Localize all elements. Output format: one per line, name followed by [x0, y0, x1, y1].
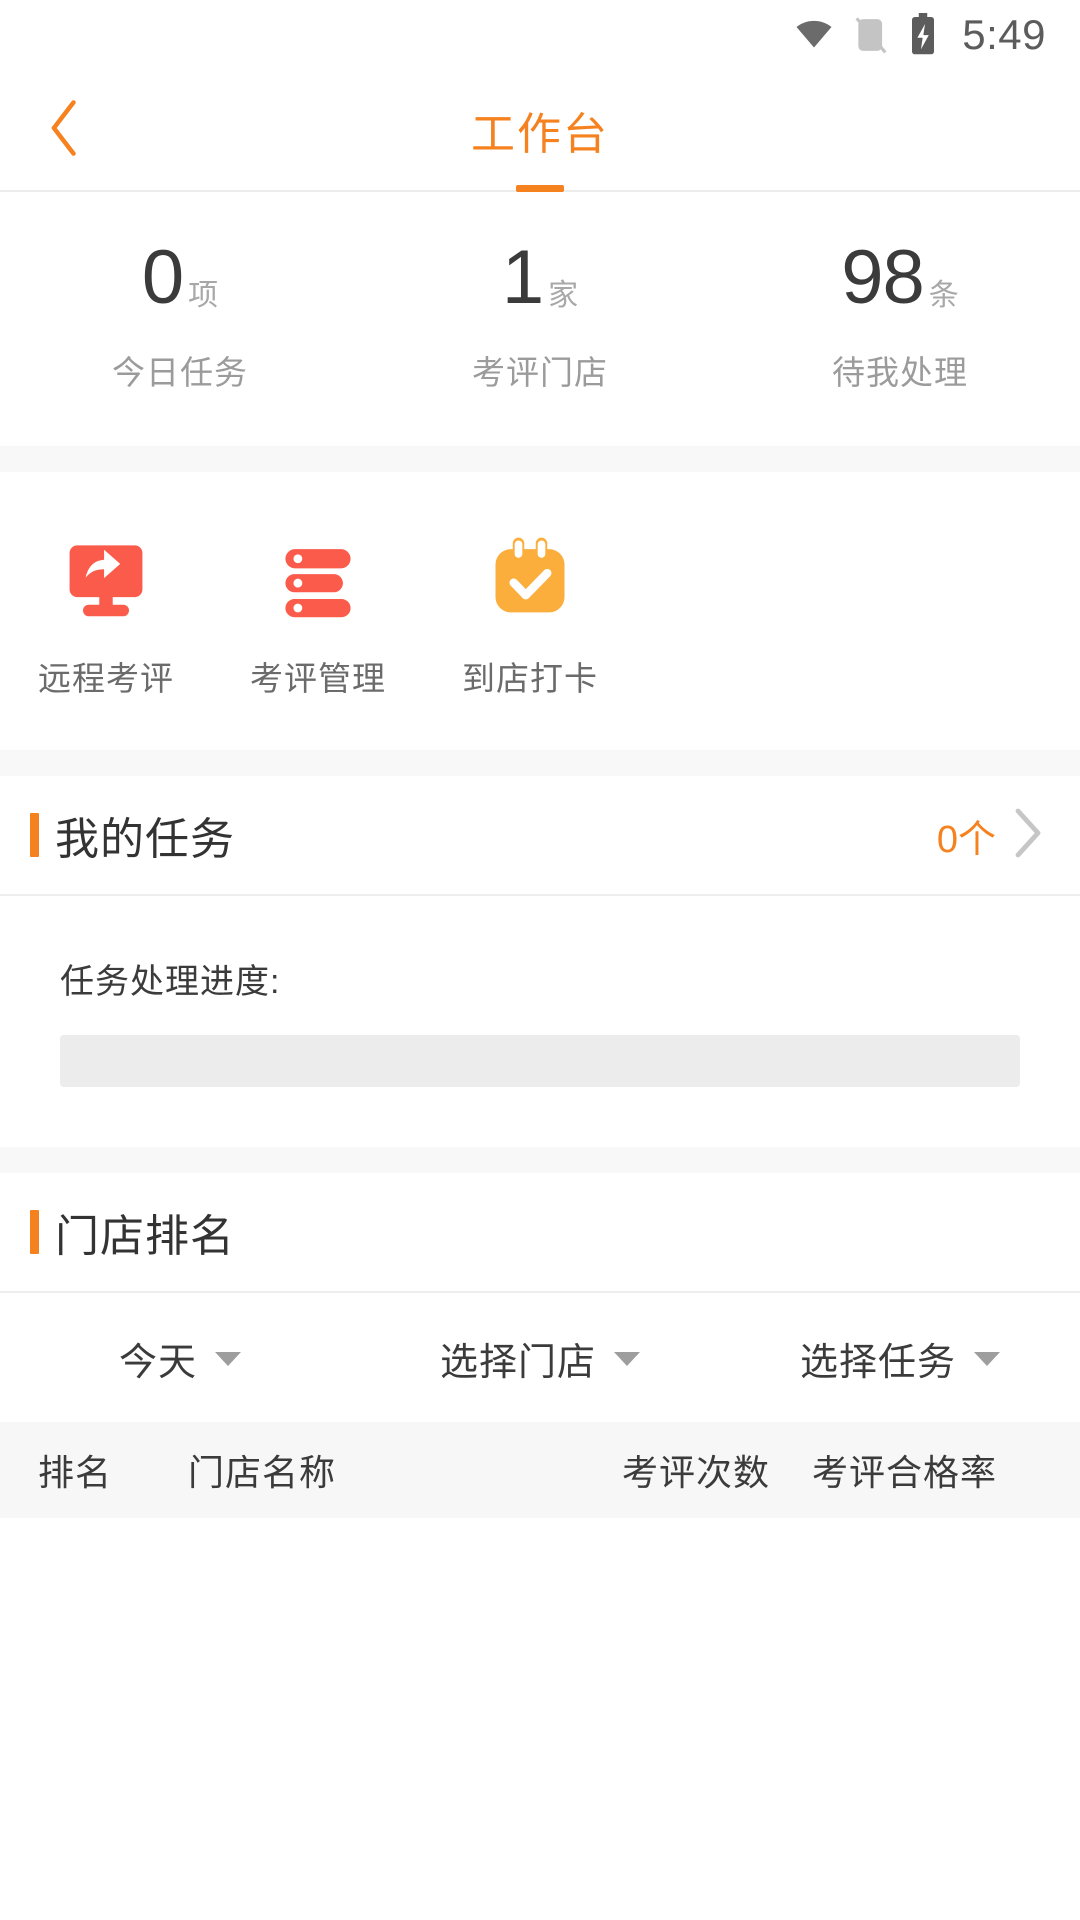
filter-task[interactable]: 选择任务: [720, 1331, 1080, 1386]
no-sim-icon: [852, 14, 890, 56]
column-header-assessment-count: 考评次数: [622, 1452, 771, 1493]
filter-date[interactable]: 今天: [0, 1331, 360, 1386]
stat-unit: 项: [188, 279, 219, 312]
my-tasks-link[interactable]: 0个: [937, 807, 1046, 864]
section-gap: [0, 446, 1080, 472]
column-header-rank: 排名: [38, 1452, 113, 1493]
stat-unit: 条: [928, 279, 959, 312]
chevron-right-icon: [1010, 807, 1046, 864]
list-bars-icon: [272, 530, 364, 622]
stat-assessment-stores[interactable]: 1 家 考评门店: [360, 240, 720, 394]
action-label: 远程考评: [38, 660, 174, 697]
stat-label: 今日任务: [112, 354, 248, 391]
section-title: 门店排名: [55, 1212, 235, 1261]
column-header-pass-rate: 考评合格率: [812, 1452, 998, 1493]
filter-label: 今天: [118, 1342, 197, 1384]
section-gap: [0, 1147, 1080, 1173]
quick-actions: 远程考评 考评管理 到店打卡: [0, 472, 1080, 750]
stat-label: 待我处理: [832, 354, 968, 391]
stat-label: 考评门店: [472, 354, 608, 391]
ranking-filters: 今天 选择门店 选择任务: [0, 1293, 1080, 1422]
navigation-bar: 工作台: [0, 70, 1080, 192]
stat-number: 0: [141, 235, 184, 320]
page-title: 工作台: [471, 110, 609, 159]
active-tab-indicator: [516, 185, 564, 192]
chevron-down-icon: [215, 1351, 241, 1366]
stat-number: 1: [501, 235, 544, 320]
section-gap: [0, 750, 1080, 776]
task-progress-bar: [60, 1035, 1020, 1087]
stat-unit: 家: [548, 279, 579, 312]
stat-value: 1 家: [502, 240, 578, 316]
section-accent-bar: [30, 1210, 39, 1254]
stat-today-tasks[interactable]: 0 项 今日任务: [0, 240, 360, 394]
chevron-down-icon: [974, 1351, 1000, 1366]
action-label: 考评管理: [250, 660, 386, 697]
action-assessment-management[interactable]: 考评管理: [212, 530, 424, 700]
stat-value: 98 条: [841, 240, 959, 316]
section-accent-bar: [30, 813, 39, 857]
filter-label: 选择门店: [439, 1342, 596, 1384]
stat-pending-items[interactable]: 98 条 待我处理: [720, 240, 1080, 394]
chevron-left-icon: [43, 99, 87, 162]
ranking-table-header: 排名 门店名称 考评次数 考评合格率: [0, 1422, 1080, 1518]
task-progress-block: 任务处理进度:: [0, 896, 1080, 1147]
status-bar-clock: 5:49: [962, 11, 1046, 58]
stat-number: 98: [841, 235, 925, 320]
my-tasks-count: 0个: [936, 818, 996, 861]
my-tasks-header[interactable]: 我的任务 0个: [0, 776, 1080, 894]
action-remote-assessment[interactable]: 远程考评: [0, 530, 212, 700]
ranking-table-body: [0, 1518, 1080, 1920]
status-bar: 5:49: [0, 0, 1080, 70]
store-ranking-header: 门店排名: [0, 1173, 1080, 1291]
summary-stats: 0 项 今日任务 1 家 考评门店 98 条 待我处理: [0, 192, 1080, 446]
wifi-icon: [794, 15, 834, 55]
action-store-checkin[interactable]: 到店打卡: [424, 530, 636, 700]
back-button[interactable]: [30, 95, 100, 165]
action-label: 到店打卡: [462, 660, 598, 697]
column-header-store-name: 门店名称: [188, 1452, 337, 1493]
filter-label: 选择任务: [799, 1342, 956, 1384]
chevron-down-icon: [614, 1351, 640, 1366]
progress-label: 任务处理进度:: [60, 963, 281, 1001]
calendar-check-icon: [484, 530, 576, 622]
section-title: 我的任务: [55, 815, 235, 864]
app-screen: 5:49 工作台 0 项 今日任务 1 家 考评门店 98 条 待我处理 远程考…: [0, 0, 1080, 1920]
filter-store[interactable]: 选择门店: [360, 1331, 720, 1386]
monitor-share-icon: [60, 530, 152, 622]
battery-charging-icon: [908, 13, 938, 57]
stat-value: 0 项: [142, 240, 218, 316]
